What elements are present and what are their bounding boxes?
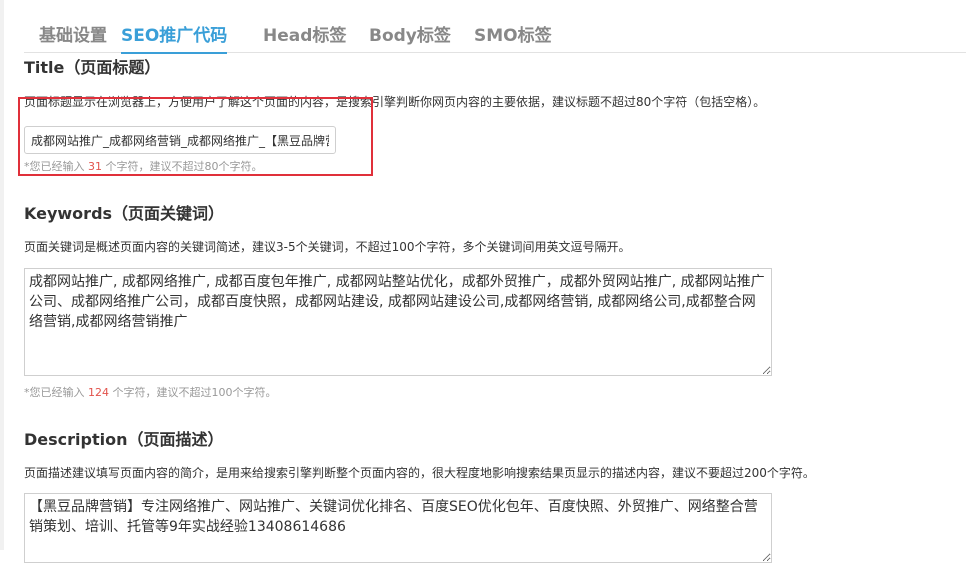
keywords-count-number: 124 xyxy=(88,386,109,399)
description-textarea[interactable]: 【黑豆品牌营销】专注网络推广、网站推广、关键词优化排名、百度SEO优化包年、百度… xyxy=(24,493,772,563)
tab-basic-settings[interactable]: 基础设置 xyxy=(39,22,107,52)
keywords-char-count: *您已经输入 124 个字符，建议不超过100个字符。 xyxy=(24,386,277,399)
title-highlight-annotation xyxy=(18,97,373,176)
tab-bar: 基础设置 SEO推广代码 Head标签 Body标签 SMO标签 xyxy=(24,22,966,54)
keywords-heading: Keywords（页面关键词） xyxy=(24,204,225,223)
description-description: 页面描述建议填写页面内容的简介，是用来给搜索引擎判断整个页面内容的，很大程度地影… xyxy=(24,466,815,480)
keywords-textarea[interactable]: 成都网站推广, 成都网络推广, 成都百度包年推广, 成都网站整站优化，成都外贸推… xyxy=(24,268,772,376)
tab-head-tag[interactable]: Head标签 xyxy=(263,22,346,52)
left-panel-edge xyxy=(0,0,4,550)
keywords-description: 页面关键词是概述页面内容的关键词简述，建议3-5个关键词，不超过100个字符，多… xyxy=(24,240,631,254)
title-heading: Title（页面标题） xyxy=(24,58,161,77)
tab-smo-tag[interactable]: SMO标签 xyxy=(474,22,552,52)
description-heading: Description（页面描述） xyxy=(24,430,224,449)
tab-body-tag[interactable]: Body标签 xyxy=(369,22,451,52)
tab-seo-code[interactable]: SEO推广代码 xyxy=(121,22,228,54)
